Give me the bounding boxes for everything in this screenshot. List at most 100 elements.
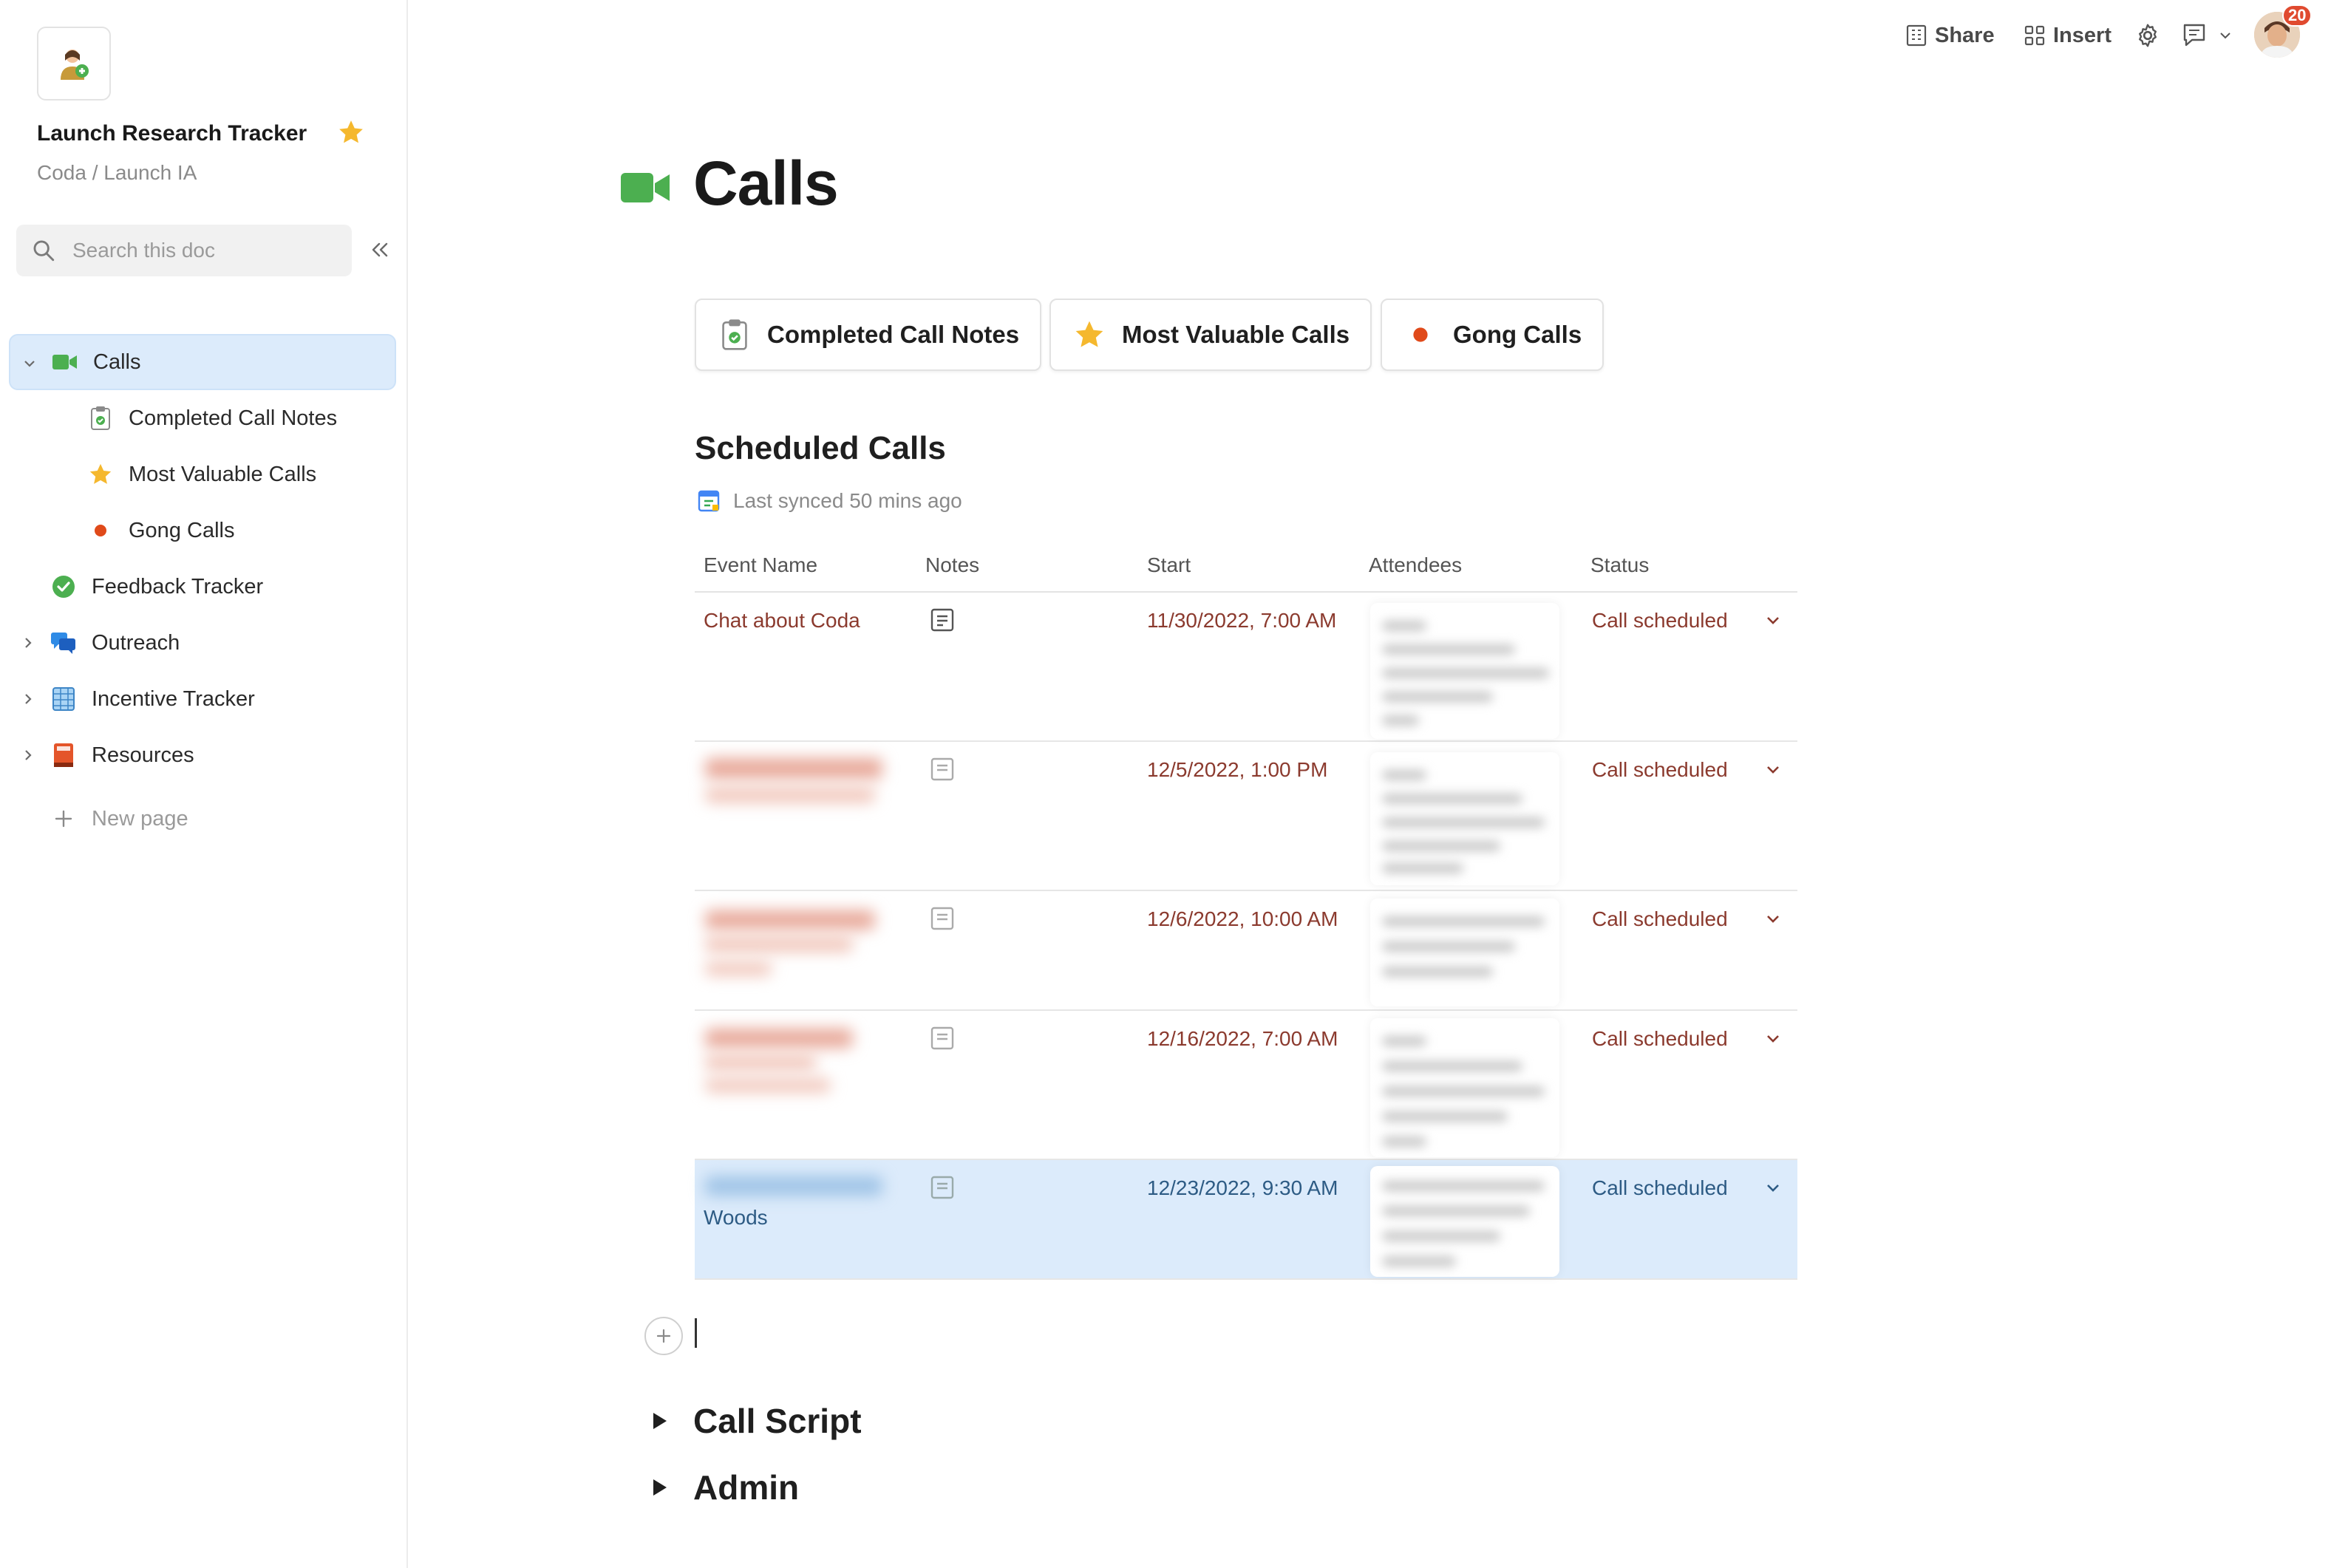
notes-document-icon[interactable] <box>930 1175 955 1200</box>
column-header-status[interactable]: Status <box>1590 539 1649 591</box>
event-name-cell-redacted[interactable] <box>705 758 882 779</box>
settings-button[interactable] <box>2134 19 2168 52</box>
event-name-cell-redacted <box>705 1079 831 1092</box>
comments-button[interactable] <box>2182 19 2239 52</box>
google-calendar-icon <box>698 490 720 512</box>
start-cell[interactable]: 12/16/2022, 7:00 AM <box>1147 1024 1339 1054</box>
insert-label: Insert <box>2053 23 2111 47</box>
collapse-sidebar-button[interactable] <box>365 235 395 265</box>
triangle-right-icon[interactable] <box>653 1413 667 1429</box>
status-cell[interactable]: Call scheduled <box>1592 755 1728 785</box>
attendees-cell-redacted[interactable] <box>1370 1018 1559 1157</box>
table-row[interactable]: 12/5/2022, 1:00 PM Call scheduled <box>695 742 1797 891</box>
star-icon <box>87 461 114 488</box>
sidebar-item-label: Most Valuable Calls <box>129 462 317 486</box>
favorite-star-icon[interactable] <box>337 118 365 146</box>
clipboard-check-icon <box>718 318 751 351</box>
double-chevron-left-icon <box>372 242 388 257</box>
sidebar-item-resources[interactable]: Resources <box>9 727 396 783</box>
table-row[interactable]: 12/16/2022, 7:00 AM Call scheduled <box>695 1011 1797 1160</box>
search-icon <box>33 240 55 262</box>
table-row-selected[interactable]: Woods 12/23/2022, 9:30 AM Call scheduled <box>695 1160 1797 1280</box>
chevron-down-icon[interactable] <box>21 355 38 372</box>
column-header-start[interactable]: Start <box>1147 539 1191 591</box>
attendees-cell-redacted[interactable] <box>1370 752 1559 885</box>
start-cell[interactable]: 11/30/2022, 7:00 AM <box>1147 606 1339 635</box>
sidebar-item-label: Incentive Tracker <box>92 686 255 711</box>
sidebar-item-feedback-tracker[interactable]: Feedback Tracker <box>9 559 396 615</box>
status-cell[interactable]: Call scheduled <box>1592 904 1728 934</box>
sidebar-item-most-valuable-calls[interactable]: Most Valuable Calls <box>9 446 396 502</box>
chevron-down-icon[interactable] <box>1765 1033 1781 1045</box>
sidebar-item-gong-calls[interactable]: Gong Calls <box>9 502 396 559</box>
column-header-event-name[interactable]: Event Name <box>704 539 817 591</box>
search-input[interactable] <box>72 239 338 262</box>
sidebar-item-label: Calls <box>93 350 141 374</box>
table-row[interactable]: 12/6/2022, 10:00 AM Call scheduled <box>695 891 1797 1011</box>
chevron-down-icon[interactable] <box>1765 913 1781 925</box>
column-header-notes[interactable]: Notes <box>925 539 979 591</box>
spreadsheet-icon <box>50 686 77 712</box>
share-label: Share <box>1935 23 1995 47</box>
table-row[interactable]: Chat about Coda 11/30/2022, 7:00 AM Call… <box>695 593 1797 742</box>
insert-button[interactable]: Insert <box>2024 19 2111 52</box>
search-box[interactable] <box>16 225 352 276</box>
new-page-button[interactable]: New page <box>9 791 396 847</box>
plus-icon <box>50 805 77 832</box>
status-cell[interactable]: Call scheduled <box>1592 606 1728 635</box>
video-camera-icon <box>52 349 78 375</box>
chip-gong-calls[interactable]: Gong Calls <box>1381 299 1605 371</box>
clipboard-check-icon <box>87 405 114 432</box>
comment-icon <box>2183 24 2205 47</box>
section-toggle-admin[interactable]: Admin <box>653 1468 799 1507</box>
sidebar-item-calls[interactable]: Calls <box>9 334 396 390</box>
section-toggle-call-script[interactable]: Call Script <box>653 1401 862 1441</box>
doc-title[interactable]: Launch Research Tracker <box>37 121 307 146</box>
notes-document-icon[interactable] <box>930 906 955 931</box>
book-icon <box>50 742 77 768</box>
column-header-attendees[interactable]: Attendees <box>1369 539 1462 591</box>
sync-text: Last synced 50 mins ago <box>733 489 962 512</box>
chevron-right-icon[interactable] <box>19 634 37 652</box>
attendees-cell-redacted[interactable] <box>1370 899 1559 1006</box>
triangle-right-icon[interactable] <box>653 1479 667 1496</box>
star-icon <box>1073 318 1106 351</box>
notes-document-icon[interactable] <box>930 1026 955 1051</box>
gear-icon <box>2139 24 2157 47</box>
share-button[interactable]: Share <box>1905 19 1995 52</box>
video-camera-icon <box>621 173 670 202</box>
chevron-right-icon[interactable] <box>19 746 37 764</box>
status-cell[interactable]: Call scheduled <box>1592 1173 1728 1203</box>
red-dot-icon <box>1404 318 1437 351</box>
notes-document-icon[interactable] <box>930 607 955 633</box>
attendees-cell-redacted[interactable] <box>1370 603 1559 739</box>
breadcrumb[interactable]: Coda / Launch IA <box>37 161 197 185</box>
chip-completed-call-notes[interactable]: Completed Call Notes <box>695 299 1042 371</box>
event-name-cell-redacted <box>705 788 875 802</box>
status-cell[interactable]: Call scheduled <box>1592 1024 1728 1054</box>
start-cell[interactable]: 12/5/2022, 1:00 PM <box>1147 755 1369 785</box>
sidebar-item-completed-call-notes[interactable]: Completed Call Notes <box>9 390 396 446</box>
sidebar-item-outreach[interactable]: Outreach <box>9 615 396 671</box>
chip-most-valuable-calls[interactable]: Most Valuable Calls <box>1049 299 1372 371</box>
chevron-right-icon[interactable] <box>19 690 37 708</box>
start-cell[interactable]: 12/6/2022, 10:00 AM <box>1147 904 1339 934</box>
doc-icon[interactable] <box>37 27 111 100</box>
chevron-down-icon[interactable] <box>1765 615 1781 627</box>
add-block-button[interactable] <box>644 1317 683 1355</box>
page-title: Calls <box>693 149 839 218</box>
event-name-cell-redacted[interactable] <box>705 1029 853 1048</box>
start-cell[interactable]: 12/23/2022, 9:30 AM <box>1147 1173 1339 1203</box>
event-name-cell-redacted <box>705 1055 816 1070</box>
event-name-cell[interactable]: Chat about Coda <box>704 606 911 635</box>
notes-document-icon[interactable] <box>930 757 955 782</box>
sidebar-item-incentive-tracker[interactable]: Incentive Tracker <box>9 671 396 727</box>
chevron-down-icon[interactable] <box>1765 1182 1781 1194</box>
event-name-cell[interactable]: Woods <box>704 1203 911 1233</box>
event-name-cell-redacted[interactable] <box>705 910 875 930</box>
section-title-admin: Admin <box>693 1468 800 1507</box>
sidebar-item-label: Gong Calls <box>129 518 235 542</box>
chevron-down-icon[interactable] <box>1765 764 1781 776</box>
text-cursor[interactable] <box>695 1318 697 1348</box>
attendees-cell-redacted[interactable] <box>1370 1166 1559 1277</box>
